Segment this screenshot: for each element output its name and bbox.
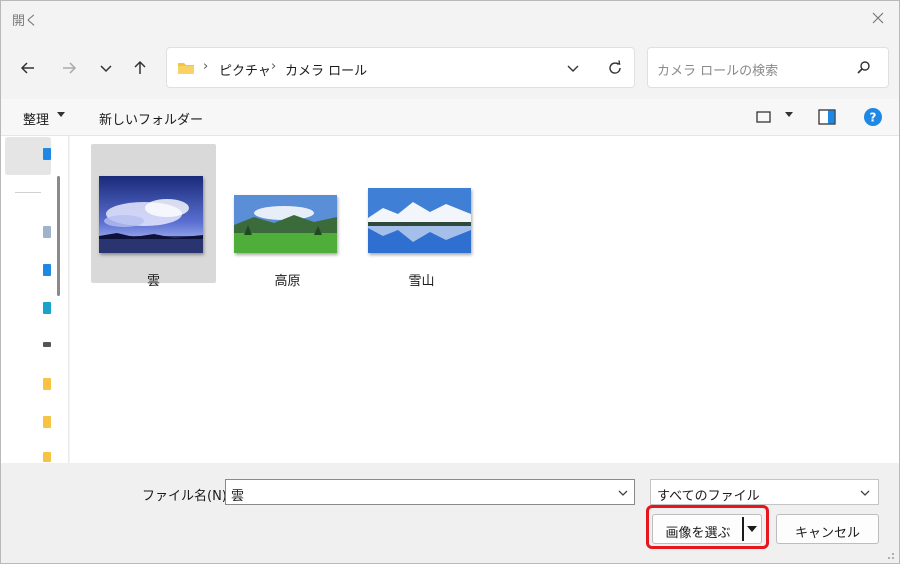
command-bar: 整理 新しいフォルダー ?: [1, 99, 899, 136]
drive-icon[interactable]: [43, 342, 51, 347]
cancel-button-label: キャンセル: [794, 526, 860, 541]
folder-icon: [177, 60, 195, 80]
music-icon[interactable]: [43, 302, 51, 314]
file-name: 高原: [274, 274, 301, 289]
filename-label: ファイル名(N):: [142, 489, 232, 504]
file-name: 雲: [146, 274, 160, 289]
resize-grip-icon[interactable]: [885, 549, 895, 559]
chevron-down-icon[interactable]: [616, 486, 630, 504]
organize-caret-icon[interactable]: [57, 112, 65, 117]
view-mode-icon[interactable]: [756, 110, 771, 128]
filename-value: 雲: [231, 489, 245, 504]
folder-icon[interactable]: [43, 416, 51, 428]
file-item-snow-mountain[interactable]: 雪山: [359, 144, 484, 289]
file-item-clouds[interactable]: 雲: [91, 144, 216, 289]
breadcrumb-chevron-icon: ›: [271, 59, 277, 74]
open-button-label: 画像を選ぶ: [665, 526, 731, 541]
dialog-title: 開く: [12, 14, 39, 29]
new-folder-button[interactable]: 新しいフォルダー: [99, 109, 203, 128]
split-divider: [742, 517, 744, 541]
open-file-dialog: 開く › ピクチャ › カメラ ロール カメラ ロールの検索 整理 新しいフォル…: [0, 0, 900, 564]
address-history-dropdown-icon[interactable]: [562, 58, 584, 78]
back-icon[interactable]: [15, 55, 41, 81]
search-icon: [856, 60, 872, 80]
folder-icon[interactable]: [43, 452, 51, 462]
cancel-button[interactable]: キャンセル: [776, 514, 879, 544]
document-icon[interactable]: [43, 226, 51, 238]
search-placeholder: カメラ ロールの検索: [657, 64, 779, 79]
nav-pane-divider: [15, 192, 41, 193]
download-icon[interactable]: [43, 264, 51, 276]
folder-icon[interactable]: [43, 378, 51, 390]
help-icon[interactable]: ?: [863, 107, 883, 131]
file-name: 雪山: [408, 274, 435, 289]
organize-menu[interactable]: 整理: [23, 109, 49, 128]
navigation-pane: [1, 136, 69, 463]
recent-locations-icon[interactable]: [93, 55, 119, 81]
title-bar: 開く: [1, 1, 899, 35]
file-type-value: すべてのファイル: [657, 489, 760, 504]
view-mode-caret-icon[interactable]: [785, 112, 793, 117]
dialog-footer: ファイル名(N): 雲 すべてのファイル 画像を選ぶ キャンセル: [1, 463, 899, 563]
filename-input[interactable]: 雲: [225, 479, 635, 505]
refresh-icon[interactable]: [604, 58, 626, 78]
open-button[interactable]: 画像を選ぶ: [652, 514, 762, 544]
navigation-bar: › ピクチャ › カメラ ロール カメラ ロールの検索: [1, 35, 899, 99]
thumbnail-image: [234, 195, 337, 253]
thumbnail-image: [99, 176, 203, 253]
svg-text:?: ?: [870, 111, 877, 125]
nav-pane-scrollbar[interactable]: [57, 176, 60, 296]
breadcrumb-camera-roll[interactable]: カメラ ロール: [285, 60, 367, 79]
chevron-down-icon: [858, 486, 872, 504]
close-icon[interactable]: [867, 7, 889, 29]
file-type-select[interactable]: すべてのファイル: [650, 479, 879, 505]
up-folder-icon[interactable]: [127, 55, 153, 81]
pictures-icon[interactable]: [43, 148, 51, 160]
forward-icon[interactable]: [56, 55, 82, 81]
breadcrumb-pictures[interactable]: ピクチャ: [219, 60, 271, 79]
search-box[interactable]: カメラ ロールの検索: [647, 47, 889, 88]
address-bar[interactable]: › ピクチャ › カメラ ロール: [166, 47, 635, 88]
preview-pane-icon[interactable]: [818, 109, 836, 129]
open-options-caret-icon[interactable]: [747, 526, 757, 532]
file-item-highlands[interactable]: 高原: [225, 144, 350, 289]
file-list: 雲 高原 雪山: [70, 136, 899, 463]
breadcrumb-chevron-icon: ›: [203, 59, 209, 74]
thumbnail-image: [368, 188, 471, 253]
